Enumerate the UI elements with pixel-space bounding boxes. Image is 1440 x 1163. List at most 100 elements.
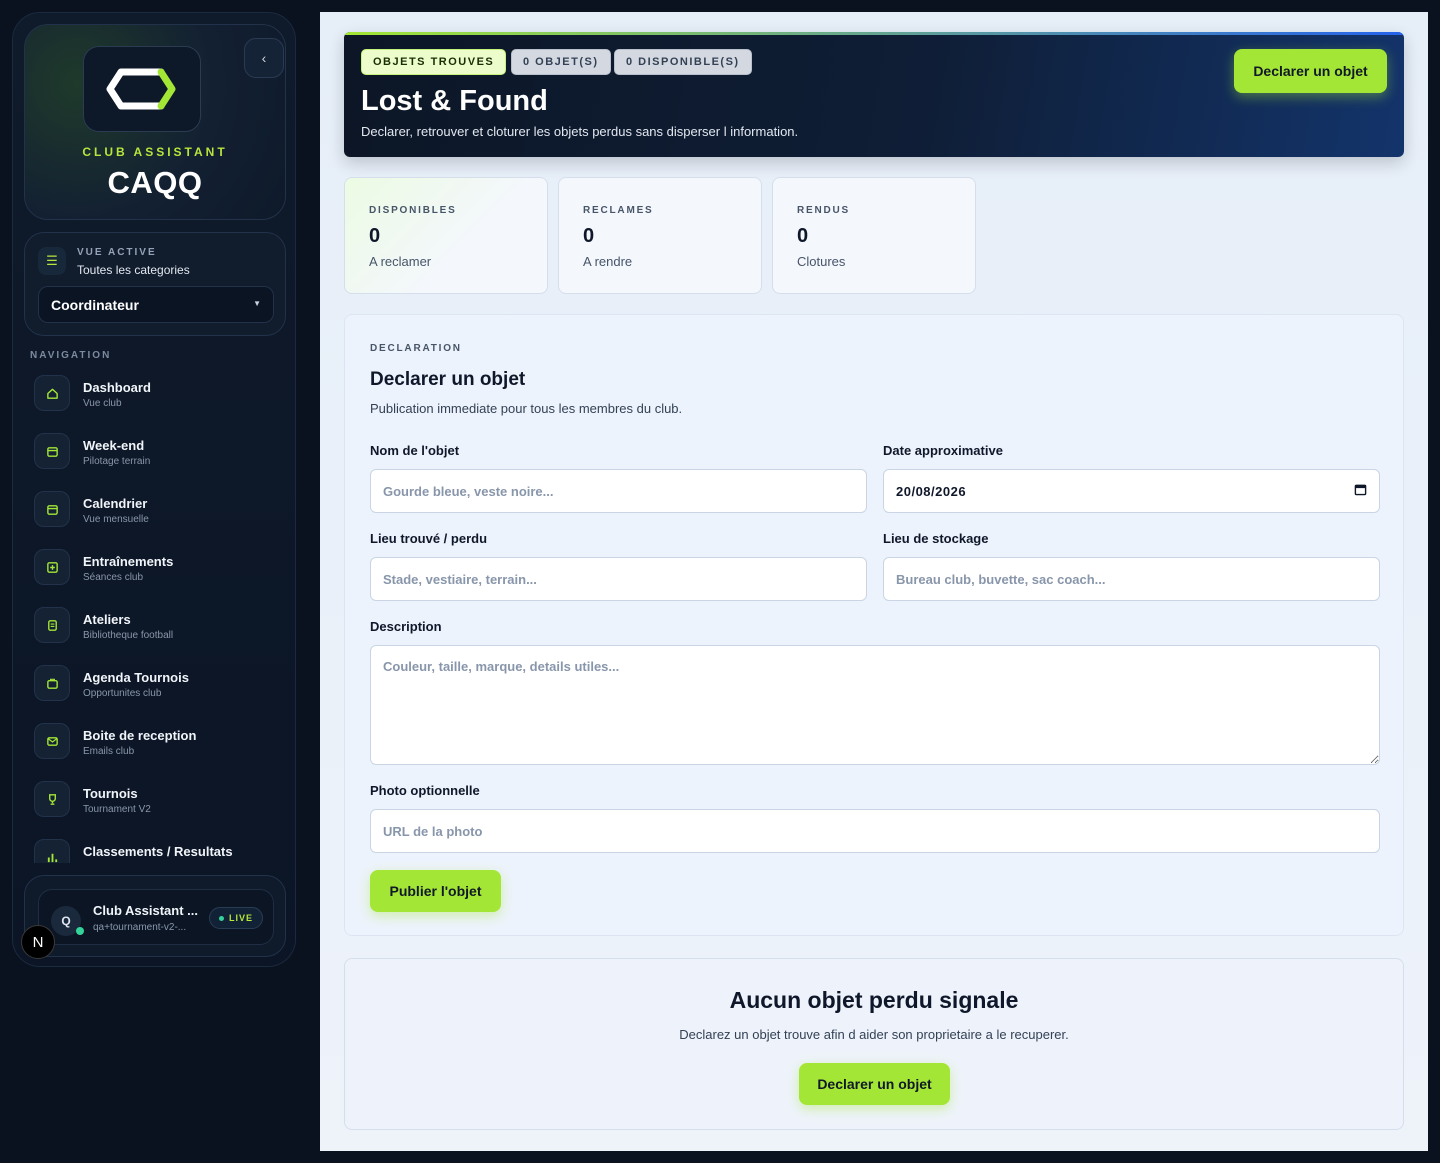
object-name-input[interactable]	[370, 469, 867, 513]
sidebar-item-agenda-tournois[interactable]: Agenda Tournois Opportunites club	[23, 659, 287, 717]
stat-value: 0	[583, 225, 595, 247]
collapse-sidebar-button[interactable]: ‹	[244, 38, 284, 78]
sidebar-item-classements[interactable]: Classements / Resultats	[23, 833, 287, 863]
sidebar-item-sub: Bibliotheque football	[83, 630, 174, 641]
sidebar-item-label: Agenda Tournois	[83, 670, 189, 685]
form-subtitle: Publication immediate pour tous les memb…	[370, 401, 683, 416]
storage-input[interactable]	[883, 557, 1380, 601]
date-value: 20/08/2026	[896, 483, 967, 499]
ranking-icon	[34, 839, 70, 863]
sidebar-item-label: Week-end	[83, 438, 145, 453]
sidebar-item-tournois[interactable]: Tournois Tournament V2	[23, 775, 287, 833]
sidebar-item-ateliers[interactable]: Ateliers Bibliotheque football	[23, 601, 287, 659]
logo	[83, 46, 201, 132]
nav-title: NAVIGATION	[30, 350, 112, 361]
sidebar-item-sub: Tournament V2	[83, 804, 151, 815]
home-icon	[34, 375, 70, 411]
photo-url-input[interactable]	[370, 809, 1380, 853]
main-content: OBJETS TROUVES 0 OBJET(S) 0 DISPONIBLE(S…	[320, 12, 1428, 1151]
list-icon: ☰	[38, 247, 66, 275]
clipboard-icon	[34, 607, 70, 643]
sidebar-item-sub: Vue mensuelle	[83, 514, 149, 525]
brand-name: CAQQ	[107, 165, 203, 200]
stat-value: 0	[369, 225, 381, 247]
date-input[interactable]: 20/08/2026	[883, 469, 1380, 513]
stat-value: 0	[797, 225, 809, 247]
chip-available-count: 0 DISPONIBLE(S)	[614, 49, 752, 75]
briefcase-icon	[34, 665, 70, 701]
view-value: Toutes les categories	[77, 263, 190, 277]
date-label: Date approximative	[883, 443, 1003, 458]
stat-card-reclames: RECLAMES 0 A rendre	[558, 177, 762, 294]
brand-subtitle: CLUB ASSISTANT	[82, 145, 228, 159]
live-dot-icon	[219, 915, 224, 921]
sidebar-item-sub: Opportunites club	[83, 688, 162, 699]
role-select[interactable]: Coordinateur ▼	[38, 286, 274, 323]
object-name-label: Nom de l'objet	[370, 443, 460, 458]
stat-sub: Clotures	[797, 254, 846, 269]
declare-object-button[interactable]: Declarer un objet	[1234, 49, 1387, 93]
form-kicker: DECLARATION	[370, 343, 462, 354]
sidebar-item-sub: Séances club	[83, 572, 144, 583]
trophy-icon	[34, 781, 70, 817]
sidebar-item-entrainements[interactable]: Entraînements Séances club	[23, 543, 287, 601]
brand-card: ‹ CLUB ASSISTANT CAQQ	[24, 24, 286, 220]
inbox-icon	[34, 723, 70, 759]
chevron-left-icon: ‹	[261, 50, 267, 66]
view-kicker: VUE ACTIVE	[77, 247, 157, 258]
empty-declare-button[interactable]: Declarer un objet	[799, 1063, 950, 1105]
sidebar: ‹ CLUB ASSISTANT CAQQ ☰ VUE ACTIVE Toute…	[12, 12, 296, 967]
caret-down-icon: ▼	[253, 299, 261, 308]
stat-sub: A rendre	[583, 254, 633, 269]
user-card[interactable]: Q Club Assistant ... qa+tournament-v2-..…	[24, 875, 286, 957]
nav-list: Dashboard Vue club Week-end Pilotage ter…	[23, 369, 287, 863]
stat-card-rendus: RENDUS 0 Clotures	[772, 177, 976, 294]
user-email: qa+tournament-v2-...	[93, 922, 187, 933]
nextjs-dev-badge[interactable]: N	[21, 925, 55, 959]
page-subtitle: Declarer, retrouver et cloturer les obje…	[361, 124, 799, 139]
online-status-icon	[76, 927, 84, 935]
sidebar-item-label: Tournois	[83, 786, 138, 801]
place-input[interactable]	[370, 557, 867, 601]
empty-subtitle: Declarez un objet trouve afin d aider so…	[679, 1027, 1069, 1042]
storage-label: Lieu de stockage	[883, 531, 989, 546]
calendar-icon	[34, 491, 70, 527]
status-badge-label: LIVE	[229, 913, 254, 923]
empty-title: Aucun objet perdu signale	[729, 987, 1019, 1013]
publish-object-button[interactable]: Publier l'objet	[370, 870, 501, 912]
chip-object-count: 0 OBJET(S)	[511, 49, 611, 75]
description-label: Description	[370, 619, 442, 634]
declaration-form: DECLARATION Declarer un objet Publicatio…	[344, 314, 1404, 936]
role-select-value: Coordinateur	[51, 297, 139, 313]
stat-card-disponibles: DISPONIBLES 0 A reclamer	[344, 177, 548, 294]
calendar-icon	[34, 433, 70, 469]
sidebar-item-label: Ateliers	[83, 612, 131, 627]
sidebar-item-week-end[interactable]: Week-end Pilotage terrain	[23, 427, 287, 485]
sidebar-item-label: Dashboard	[83, 380, 151, 395]
stat-kicker: DISPONIBLES	[369, 205, 457, 216]
stat-kicker: RECLAMES	[583, 205, 654, 216]
sidebar-item-label: Classements / Resultats	[83, 844, 233, 859]
stat-sub: A reclamer	[369, 254, 432, 269]
sidebar-item-calendrier[interactable]: Calendrier Vue mensuelle	[23, 485, 287, 543]
stat-kicker: RENDUS	[797, 205, 851, 216]
sidebar-item-label: Entraînements	[83, 554, 174, 569]
sidebar-item-label: Boite de reception	[83, 728, 197, 743]
user-profile[interactable]: Q Club Assistant ... qa+tournament-v2-..…	[38, 889, 274, 945]
form-title: Declarer un objet	[370, 369, 526, 390]
sidebar-item-dashboard[interactable]: Dashboard Vue club	[23, 369, 287, 427]
place-label: Lieu trouvé / perdu	[370, 531, 488, 546]
sidebar-item-sub: Pilotage terrain	[83, 456, 151, 467]
training-icon	[34, 549, 70, 585]
page-title: Lost & Found	[361, 85, 548, 117]
description-textarea[interactable]	[370, 645, 1380, 765]
logo-icon	[106, 68, 176, 110]
page-header: OBJETS TROUVES 0 OBJET(S) 0 DISPONIBLE(S…	[344, 32, 1404, 157]
sidebar-item-sub: Emails club	[83, 746, 135, 757]
empty-state: Aucun objet perdu signale Declarez un ob…	[344, 958, 1404, 1130]
status-badge: LIVE	[209, 907, 264, 929]
user-name: Club Assistant ...	[93, 903, 198, 918]
sidebar-item-label: Calendrier	[83, 496, 148, 511]
calendar-picker-icon[interactable]	[1354, 483, 1367, 499]
sidebar-item-boite-de-reception[interactable]: Boite de reception Emails club	[23, 717, 287, 775]
